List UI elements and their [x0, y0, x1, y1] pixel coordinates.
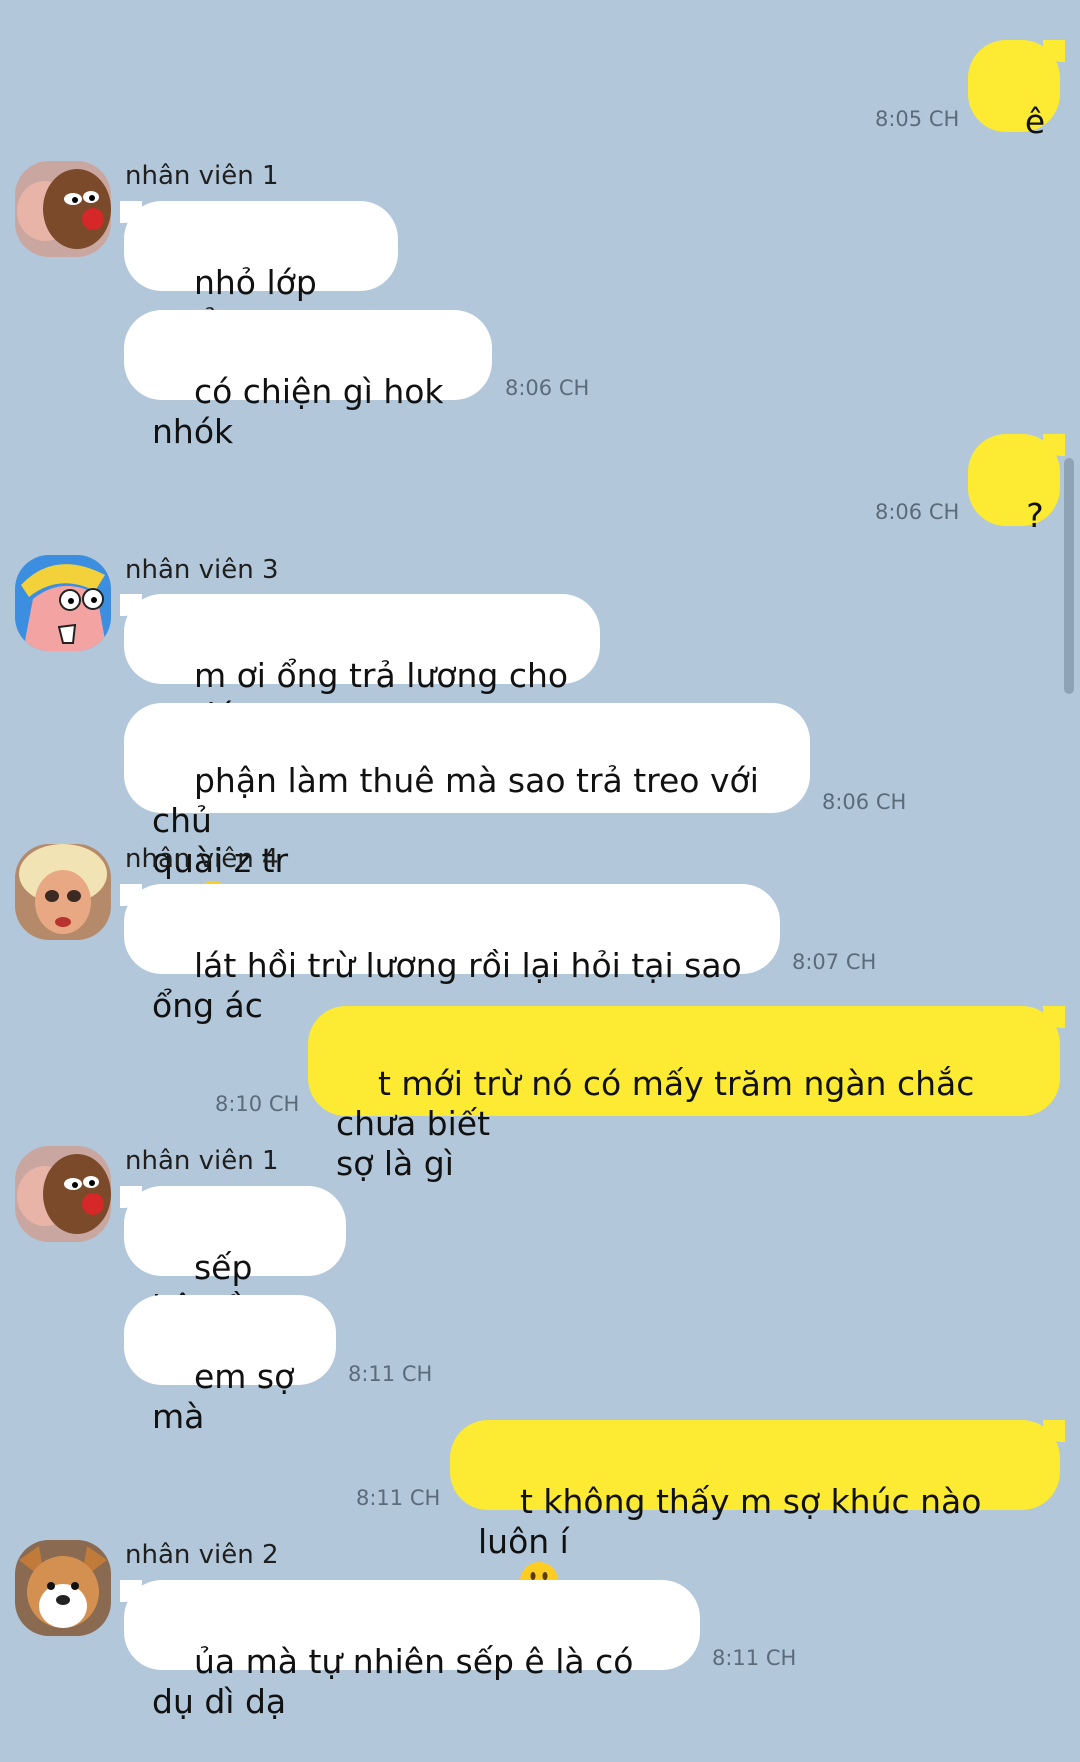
message-bubble-incoming[interactable]: sếp bậy ồy: [124, 1186, 346, 1327]
sender-name: nhân viên 2: [125, 1540, 279, 1570]
message-bubble-incoming[interactable]: có chiện gì hok nhók: [124, 310, 492, 451]
message-time: 8:11 CH: [712, 1646, 797, 1670]
message-text: ?: [1026, 496, 1044, 535]
avatar[interactable]: [15, 844, 111, 940]
message-time: 8:06 CH: [875, 500, 960, 524]
avatar[interactable]: [15, 161, 111, 257]
sender-name: nhân viên 1: [125, 161, 279, 191]
sender-name: nhân viên 1: [125, 1146, 279, 1176]
message-bubble-incoming[interactable]: phận làm thuê mà sao trả treo với chủ qu…: [124, 703, 810, 919]
avatar[interactable]: [15, 1146, 111, 1242]
cartoon-starfish-avatar-icon: [15, 555, 111, 651]
message-time: 8:06 CH: [822, 790, 907, 814]
message-time: 8:05 CH: [875, 107, 960, 131]
message-text: có chiện gì hok nhók: [152, 372, 455, 451]
doll-face-avatar-icon: [15, 844, 111, 940]
message-bubble-incoming[interactable]: em sợ mà: [124, 1295, 336, 1436]
message-bubble-incoming[interactable]: lát hồi trừ lương rồi lại hỏi tại sao ổn…: [124, 884, 780, 1025]
message-bubble-outgoing[interactable]: t mới trừ nó có mấy trăm ngàn chắc chưa …: [308, 1006, 1060, 1183]
message-bubble-incoming[interactable]: m ơi ổng trả lương cho m đó: [124, 594, 600, 735]
sender-name: nhân viên 3: [125, 555, 279, 585]
cartoon-mouse-avatar-icon: [15, 1146, 111, 1242]
chat-view[interactable]: ê 8:05 CH nhân viên 1 nhỏ lớp trưởng có …: [0, 0, 1080, 1721]
avatar[interactable]: [15, 1540, 111, 1636]
message-time: 8:07 CH: [792, 950, 877, 974]
scrollbar[interactable]: [1064, 458, 1074, 694]
dog-avatar-icon: [15, 1540, 111, 1636]
avatar[interactable]: [15, 555, 111, 651]
message-bubble-incoming[interactable]: ủa mà tự nhiên sếp ê là có dụ dì dạ: [124, 1580, 700, 1721]
message-time: 8:11 CH: [356, 1486, 441, 1510]
message-bubble-outgoing[interactable]: t không thấy m sợ khúc nào luôn í: [450, 1420, 1060, 1600]
message-text: em sợ mà: [152, 1357, 305, 1436]
message-bubble-incoming[interactable]: nhỏ lớp trưởng: [124, 201, 398, 342]
message-text: ủa mà tự nhiên sếp ê là có dụ dì dạ: [152, 1642, 644, 1721]
message-text: t không thấy m sợ khúc nào luôn í: [478, 1482, 992, 1561]
message-time: 8:10 CH: [215, 1092, 300, 1116]
message-text: ê: [1024, 102, 1046, 141]
message-time: 8:11 CH: [348, 1362, 433, 1386]
message-text: t mới trừ nó có mấy trăm ngàn chắc chưa …: [336, 1064, 975, 1183]
cartoon-mouse-avatar-icon: [15, 161, 111, 257]
sender-name: nhân viên 4: [125, 844, 279, 874]
message-time: 8:06 CH: [505, 376, 590, 400]
